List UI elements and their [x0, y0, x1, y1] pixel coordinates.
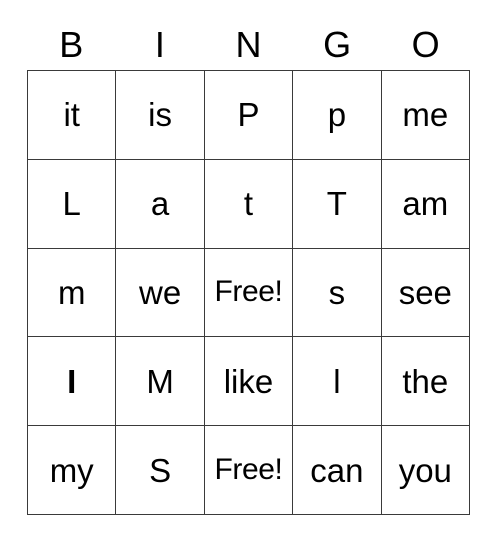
bingo-cell-r1-c3[interactable]: T [293, 159, 382, 249]
bingo-grid: it is Pp me La t Tam m we Free! s see I Mlike l the my S F… [27, 70, 470, 515]
bingo-cell-label: am [402, 185, 449, 223]
bingo-cell-label: Free! [214, 275, 283, 309]
bingo-cell-label: can [310, 451, 364, 489]
bingo-cell-label: I [67, 362, 77, 400]
bingo-cell-label: my [49, 451, 94, 489]
bingo-cell-r4-c0[interactable]: my [28, 426, 117, 515]
bingo-card: B I N G O it is Pp me La t Tam m we Free! s see I Mlike l t… [0, 0, 500, 544]
bingo-cell-label: like [223, 362, 274, 400]
bingo-cell-r4-c1[interactable]: S [116, 426, 205, 515]
bingo-cell-label: M [146, 362, 174, 400]
bingo-cell-r1-c2[interactable]: t [204, 159, 294, 249]
bingo-cell-label: Free! [214, 453, 283, 487]
bingo-cell-r2-c2[interactable]: Free! [204, 248, 294, 338]
bingo-cell-r3-c4[interactable]: the [381, 337, 470, 427]
bingo-cell-r2-c0[interactable]: m [28, 248, 117, 338]
bingo-cell-label: s [328, 273, 346, 311]
bingo-cell-label: p [327, 96, 347, 134]
bingo-cell-r3-c1[interactable]: M [116, 337, 205, 427]
bingo-cell-label: a [150, 185, 170, 223]
bingo-header-letter-3: G [323, 24, 352, 65]
bingo-cell-label: you [398, 451, 452, 489]
bingo-cell-label: T [326, 185, 347, 223]
bingo-cell-r1-c1[interactable]: a [116, 159, 205, 249]
bingo-cell-r0-c4[interactable]: me [381, 71, 470, 160]
bingo-cell-r1-c4[interactable]: am [381, 159, 470, 249]
bingo-cell-r4-c4[interactable]: you [381, 426, 470, 515]
bingo-cell-label: m [57, 273, 86, 311]
bingo-cell-label: l [333, 362, 341, 400]
bingo-header-letter-1: I [154, 24, 165, 65]
bingo-cell-r3-c3[interactable]: l [293, 337, 382, 427]
bingo-cell-label: S [149, 451, 172, 489]
bingo-cell-label: P [237, 96, 260, 134]
bingo-cell-label: see [398, 273, 452, 311]
bingo-cell-r3-c2[interactable]: like [204, 337, 294, 427]
bingo-cell-r3-c0[interactable]: I [28, 337, 117, 427]
bingo-cell-r0-c3[interactable]: p [293, 71, 382, 160]
bingo-cell-label: we [139, 273, 182, 311]
bingo-cell-r2-c3[interactable]: s [293, 248, 382, 338]
bingo-cell-r2-c4[interactable]: see [381, 248, 470, 338]
bingo-cell-r4-c2[interactable]: Free! [204, 426, 294, 515]
bingo-cell-r1-c0[interactable]: L [28, 159, 117, 249]
bingo-cell-label: me [402, 96, 449, 134]
bingo-header-row: BINGO [27, 20, 470, 70]
bingo-cell-label: L [62, 185, 81, 223]
bingo-cell-r0-c2[interactable]: P [204, 71, 294, 160]
bingo-cell-r4-c3[interactable]: can [293, 426, 382, 515]
bingo-header-letter-4: O [411, 24, 440, 65]
bingo-cell-r0-c0[interactable]: it [28, 71, 117, 160]
bingo-cell-label: t [243, 185, 254, 223]
bingo-cell-r2-c1[interactable]: we [116, 248, 205, 338]
bingo-header-letter-2: N [235, 24, 262, 65]
bingo-cell-label: it [63, 96, 80, 134]
bingo-cell-label: is [148, 96, 173, 134]
bingo-cell-r0-c1[interactable]: is [116, 71, 205, 160]
bingo-cell-label: the [402, 362, 449, 400]
bingo-header-letter-0: B [59, 24, 84, 65]
